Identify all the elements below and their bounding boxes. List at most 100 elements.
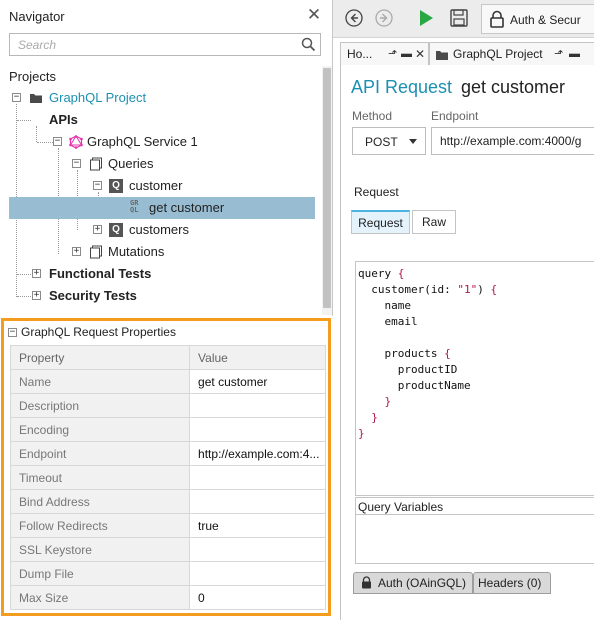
code-token: email xyxy=(358,315,418,328)
request-properties-panel: − GraphQL Request Properties Property Va… xyxy=(1,318,331,616)
tree-item-apis[interactable]: APIs xyxy=(9,109,319,131)
table-row[interactable]: Endpoint http://example.com:4... xyxy=(9,441,326,466)
save-icon[interactable] xyxy=(448,7,470,29)
document-tabbar: Ho... ⬏ ▬ ✕ GraphQL Project ⬏ ▬ xyxy=(337,42,594,66)
method-select[interactable]: POST xyxy=(352,127,426,155)
tree-item-get-customer[interactable]: GR QL get customer xyxy=(9,197,315,219)
tab-raw[interactable]: Raw xyxy=(412,210,456,234)
code-token: "1" xyxy=(457,283,478,296)
search-box xyxy=(9,33,321,56)
table-row[interactable]: Dump File xyxy=(9,561,326,586)
tab-home[interactable]: Ho... ⬏ ▬ ✕ xyxy=(340,42,429,66)
code-line: productID xyxy=(358,363,458,376)
tree-item-label: customer xyxy=(129,178,183,193)
query-variables-label: Query Variables xyxy=(355,497,594,515)
code-token: } xyxy=(384,395,392,408)
collapse-icon[interactable]: − xyxy=(93,181,102,190)
pin-icon[interactable]: ⬏ xyxy=(554,43,563,65)
table-row[interactable]: Description xyxy=(9,393,326,418)
minimize-icon[interactable]: ▬ xyxy=(569,43,580,65)
tree-item-functional-tests[interactable]: + Functional Tests xyxy=(9,263,319,285)
expand-icon[interactable]: + xyxy=(72,247,81,256)
property-value[interactable]: http://example.com:4... xyxy=(189,441,326,466)
tab-graphql-project[interactable]: GraphQL Project ⬏ ▬ xyxy=(429,42,594,66)
tree-item-label: GraphQL Project xyxy=(49,90,147,105)
minimize-icon[interactable]: ▬ xyxy=(401,43,412,65)
auth-security-button[interactable]: Auth & Secur xyxy=(481,4,594,34)
scrollbar-thumb[interactable] xyxy=(323,68,331,308)
endpoint-input[interactable] xyxy=(431,127,594,155)
collapse-icon[interactable]: − xyxy=(72,159,81,168)
run-icon[interactable] xyxy=(415,7,437,29)
code-line: name xyxy=(358,299,411,312)
table-row[interactable]: Bind Address xyxy=(9,489,326,514)
table-header-row: Property Value xyxy=(9,345,326,370)
expand-icon[interactable]: + xyxy=(32,269,41,278)
graphql-icon xyxy=(69,135,83,149)
search-input[interactable] xyxy=(10,34,300,55)
table-row[interactable]: Name get customer xyxy=(9,369,326,394)
folder-icon xyxy=(30,94,42,103)
tree-item-queries[interactable]: − Queries xyxy=(9,153,319,175)
tab-auth[interactable]: Auth (OAinGQL) xyxy=(353,572,473,594)
navigator-title: Navigator xyxy=(9,9,65,24)
tree-item-mutations[interactable]: + Mutations xyxy=(9,241,319,263)
property-value[interactable] xyxy=(189,465,326,490)
property-value[interactable]: true xyxy=(189,513,326,538)
query-editor[interactable]: query { customer(id: "1") { name email p… xyxy=(355,261,594,496)
property-name: Endpoint xyxy=(9,441,191,466)
request-label: Request xyxy=(354,185,399,199)
tree-item-graphql-service[interactable]: − GraphQL Service 1 xyxy=(9,131,319,153)
code-line: customer(id: "1") { xyxy=(358,283,497,296)
property-value[interactable] xyxy=(189,489,326,514)
property-name: Name xyxy=(9,369,191,394)
column-header-value[interactable]: Value xyxy=(189,345,326,370)
tab-auth-label: Auth (OAinGQL) xyxy=(378,576,467,590)
table-row[interactable]: Encoding xyxy=(9,417,326,442)
close-icon[interactable]: ✕ xyxy=(415,43,425,65)
tree-item-customers[interactable]: + Q customers xyxy=(9,219,319,241)
collapse-icon[interactable]: − xyxy=(53,137,62,146)
tab-request[interactable]: Request xyxy=(351,210,410,234)
property-value[interactable]: get customer xyxy=(189,369,326,394)
property-value[interactable] xyxy=(189,417,326,442)
collapse-icon[interactable]: − xyxy=(8,328,17,337)
search-icon[interactable] xyxy=(301,37,316,52)
property-value[interactable] xyxy=(189,561,326,586)
tab-headers[interactable]: Headers (0) xyxy=(473,572,551,594)
column-header-property[interactable]: Property xyxy=(9,345,191,370)
table-row[interactable]: Max Size 0 xyxy=(9,585,326,610)
query-variables-editor[interactable] xyxy=(355,514,594,564)
code-token: name xyxy=(358,299,411,312)
tree-item-security-tests[interactable]: + Security Tests xyxy=(9,285,319,307)
property-name: Dump File xyxy=(9,561,191,586)
table-row[interactable]: Timeout xyxy=(9,465,326,490)
expand-icon[interactable]: + xyxy=(93,225,102,234)
tree-item-customer[interactable]: − Q customer xyxy=(9,175,319,197)
close-icon[interactable]: ✕ xyxy=(306,6,322,23)
property-value[interactable] xyxy=(189,393,326,418)
tree-item-graphql-project[interactable]: − GraphQL Project xyxy=(9,87,319,109)
lock-icon xyxy=(490,10,504,28)
table-row[interactable]: Follow Redirects true xyxy=(9,513,326,538)
pin-icon[interactable]: ⬏ xyxy=(388,43,397,65)
property-value[interactable]: 0 xyxy=(189,585,326,610)
code-line: productName xyxy=(358,379,471,392)
lock-icon xyxy=(362,576,371,589)
back-icon[interactable] xyxy=(343,7,365,29)
property-name: Timeout xyxy=(9,465,191,490)
expand-icon[interactable]: + xyxy=(32,291,41,300)
code-line: email xyxy=(358,315,418,328)
property-value[interactable] xyxy=(189,537,326,562)
navigator-scrollbar[interactable] xyxy=(322,66,332,315)
code-line: products { xyxy=(358,347,450,360)
tab-label: Ho... xyxy=(347,47,373,61)
code-token: ) { xyxy=(477,283,498,296)
property-name: Encoding xyxy=(9,417,191,442)
chevron-down-icon xyxy=(409,139,417,144)
collapse-icon[interactable]: − xyxy=(12,93,21,102)
folder-icon xyxy=(436,51,448,60)
forward-icon[interactable] xyxy=(373,7,395,29)
table-row[interactable]: SSL Keystore xyxy=(9,537,326,562)
properties-table: Property Value Name get customer Descripti… xyxy=(9,345,326,610)
